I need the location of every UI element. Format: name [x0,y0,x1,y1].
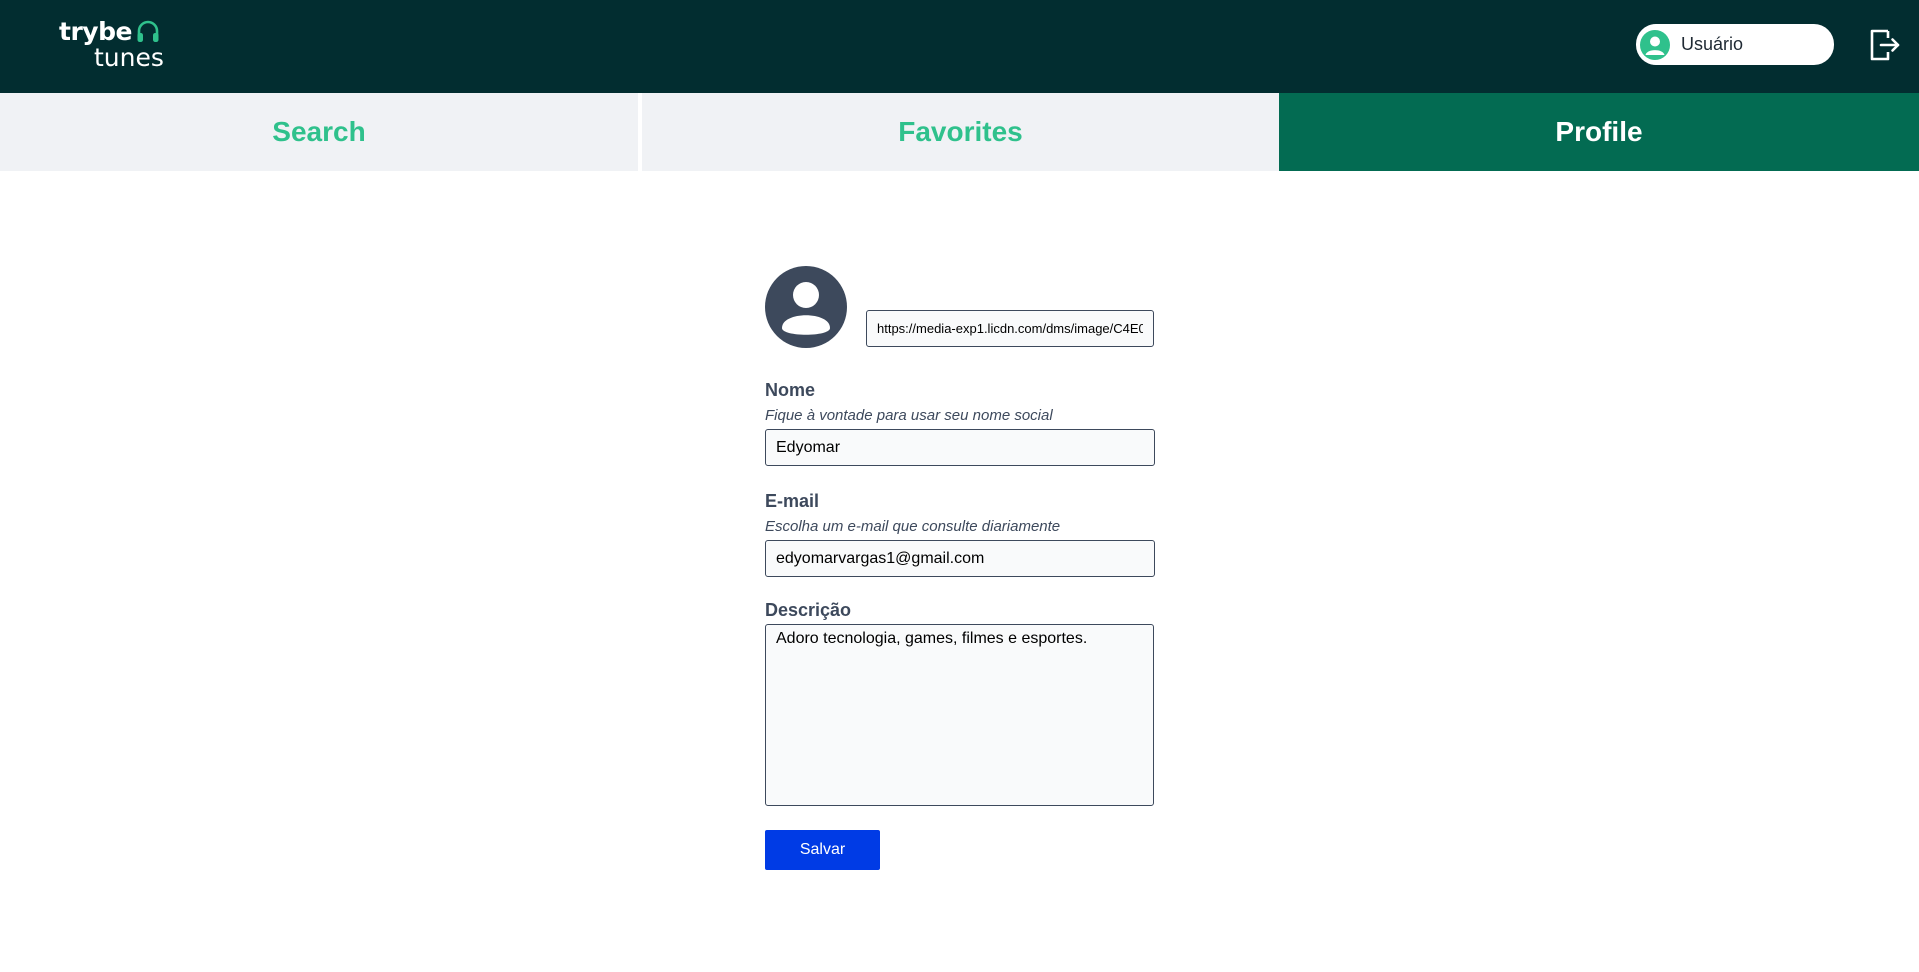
name-hint: Fique à vontade para usar seu nome socia… [765,407,1053,424]
headphones-icon [137,20,159,42]
email-hint: Escolha um e-mail que consulte diariamen… [765,518,1061,535]
save-button[interactable]: Salvar [765,830,880,870]
profile-edit-form: Nome Fique à vontade para usar seu nome … [765,266,1155,870]
profile-avatar-icon [765,266,847,348]
user-badge: Usuário [1636,24,1834,65]
logo-word-tunes: tunes [94,43,164,72]
image-url-input[interactable] [866,310,1154,347]
tab-profile[interactable]: Profile [1279,93,1919,171]
name-label: Nome [765,380,816,400]
user-avatar-icon [1640,29,1670,60]
description-label: Descrição [765,600,852,620]
description-textarea[interactable]: Adoro tecnologia, games, filmes e esport… [765,624,1154,806]
tab-search[interactable]: Search [0,93,638,171]
tab-favorites[interactable]: Favorites [642,93,1279,171]
top-bar: trybe tunes Usuário [0,0,1919,93]
trybe-tunes-logo: trybe tunes [59,17,164,72]
email-input[interactable] [765,540,1155,577]
avatar-row [765,266,1155,348]
nav-tabs: Search Favorites Profile [0,93,1919,171]
logout-icon[interactable] [1869,28,1901,62]
name-input[interactable] [765,429,1155,466]
email-label: E-mail [765,491,820,511]
logo-word-trybe: trybe [59,17,132,46]
user-name: Usuário [1681,34,1744,54]
